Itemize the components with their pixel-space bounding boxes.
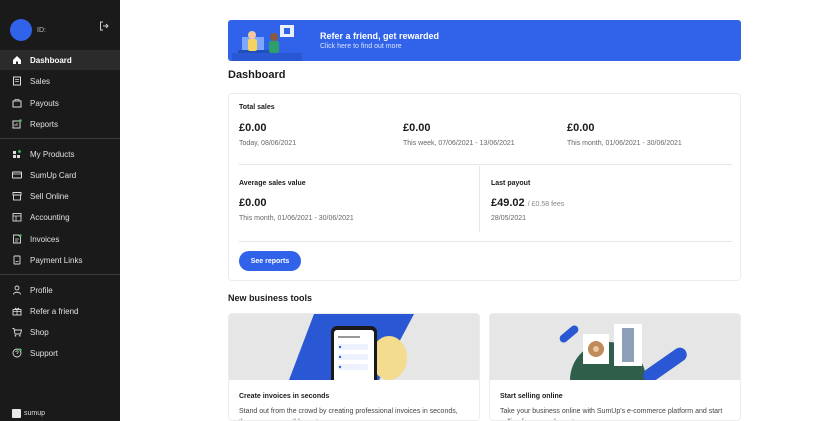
sidebar-divider [0, 274, 120, 275]
profile-icon [13, 285, 21, 295]
total-sales-today-caption: Today, 08/06/2021 [239, 140, 297, 147]
sidebar-item-label: Refer a friend [30, 306, 79, 316]
last-payout-value: £49.02 / £0.58 fees [491, 197, 564, 209]
main-content: Refer a friend, get rewarded Click here … [120, 0, 824, 421]
sidebar-item-label: My Products [30, 149, 75, 159]
referral-banner[interactable]: Refer a friend, get rewarded Click here … [228, 20, 741, 61]
sidebar-item-label: SumUp Card [30, 170, 77, 180]
last-payout-amount: £49.02 [491, 197, 525, 209]
accounting-icon [12, 213, 22, 222]
sidebar-item-label: Reports [30, 119, 59, 129]
total-sales-label: Total sales [239, 104, 275, 111]
tool-card-sell-online[interactable]: Start selling online Take your business … [489, 313, 741, 421]
brand-name: sumup [24, 410, 46, 417]
total-sales-week-caption: This week, 07/06/2021 - 13/06/2021 [403, 140, 515, 147]
sidebar-item-sell-online[interactable]: Sell Online [0, 186, 120, 206]
online-store-illustration-icon [490, 314, 740, 380]
sidebar-item-payouts[interactable]: Payouts [0, 93, 120, 113]
total-sales-week-value: £0.00 [403, 122, 431, 134]
reports-icon [12, 119, 22, 129]
invoice-icon [13, 234, 22, 244]
total-sales-today-value: £0.00 [239, 122, 267, 134]
gift-icon [12, 307, 22, 316]
sidebar-item-label: Accounting [30, 212, 70, 222]
card-divider-vertical [479, 166, 480, 232]
sidebar-item-label: Sales [30, 76, 51, 86]
sidebar-item-label: Support [30, 348, 59, 358]
sidebar-item-label: Invoices [30, 234, 60, 244]
tool-title: Create invoices in seconds [239, 393, 330, 400]
total-sales-month-value: £0.00 [567, 122, 595, 134]
last-payout-fees: / £0.58 fees [527, 201, 565, 208]
sidebar-item-label: Payouts [30, 98, 59, 108]
sidebar-item-my-products[interactable]: My Products [0, 144, 120, 164]
page-title: Dashboard [228, 69, 286, 81]
avatar[interactable] [10, 19, 32, 41]
avg-sales-caption: This month, 01/06/2021 - 30/06/2021 [239, 215, 354, 222]
sidebar-item-label: Payment Links [30, 255, 83, 265]
sidebar-item-label: Profile [30, 285, 53, 295]
last-payout-label: Last payout [491, 180, 531, 187]
sidebar-item-label: Shop [30, 327, 49, 337]
tool-card-invoices[interactable]: Create invoices in seconds Stand out fro… [228, 313, 480, 421]
payouts-icon [12, 99, 22, 108]
banner-subtitle[interactable]: Click here to find out more [320, 43, 402, 50]
sidebar-item-reports[interactable]: Reports [0, 114, 120, 134]
user-id: ID: [37, 27, 46, 34]
sidebar-divider [0, 138, 120, 139]
tool-description: Stand out from the crowd by creating pro… [239, 408, 458, 420]
total-sales-month-caption: This month, 01/06/2021 - 30/06/2021 [567, 140, 682, 147]
sumup-logo-icon [12, 409, 21, 418]
sidebar-item-invoices[interactable]: Invoices [0, 229, 120, 249]
tool-description: Take your business online with SumUp's e… [500, 408, 723, 420]
support-icon [12, 348, 22, 358]
sidebar-item-sales[interactable]: Sales [0, 71, 120, 91]
sidebar-header: ID: [0, 0, 120, 48]
banner-title: Refer a friend, get rewarded [320, 31, 440, 41]
business-tools-title: New business tools [228, 293, 313, 303]
store-icon [12, 192, 22, 201]
home-icon [13, 56, 21, 64]
products-icon [13, 150, 21, 158]
sales-icon [13, 76, 21, 86]
avg-sales-label: Average sales value [239, 180, 306, 187]
see-reports-button[interactable]: See reports [239, 251, 301, 271]
card-divider [239, 164, 732, 165]
sales-summary-card: Total sales £0.00 Today, 08/06/2021 £0.0… [228, 93, 741, 281]
sidebar-item-refer-a-friend[interactable]: Refer a friend [0, 301, 120, 321]
cart-icon [12, 328, 22, 337]
sidebar-item-accounting[interactable]: Accounting [0, 207, 120, 227]
sidebar-item-support[interactable]: Support [0, 343, 120, 363]
last-payout-date: 28/05/2021 [491, 215, 527, 222]
sidebar-item-profile[interactable]: Profile [0, 280, 120, 300]
sidebar-item-dashboard[interactable]: Dashboard [0, 50, 120, 70]
brand-logo: sumup [12, 409, 45, 418]
sidebar-item-label: Dashboard [30, 55, 72, 65]
sidebar-item-shop[interactable]: Shop [0, 322, 120, 342]
avg-sales-value: £0.00 [239, 197, 267, 209]
logout-icon[interactable] [99, 21, 109, 31]
payment-link-icon [13, 255, 21, 265]
sidebar: ID: Dashboard Sales Payouts Reports My P… [0, 0, 120, 421]
sidebar-item-sumup-card[interactable]: SumUp Card [0, 165, 120, 185]
tool-title: Start selling online [500, 393, 563, 400]
invoice-phone-illustration-icon [229, 314, 479, 380]
referral-illustration-icon [232, 25, 302, 61]
card-divider [239, 241, 732, 242]
sidebar-item-label: Sell Online [30, 191, 69, 201]
card-icon [12, 171, 22, 179]
sidebar-item-payment-links[interactable]: Payment Links [0, 250, 120, 270]
